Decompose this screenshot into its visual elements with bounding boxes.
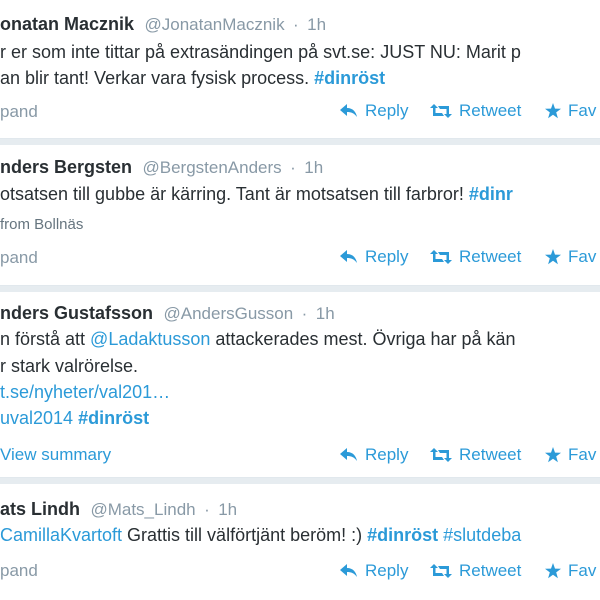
author-handle[interactable]: @Mats_Lindh <box>90 500 195 519</box>
tweet-text-line: CamillaKvartoft Grattis till välförtjänt… <box>0 525 521 546</box>
tweet-header: nders Gustafsson @AndersGusson · 1h <box>0 303 335 324</box>
retweet-arrows-icon <box>430 250 452 264</box>
tweet-header: nders Bergsten @BergstenAnders · 1h <box>0 157 323 178</box>
star-icon <box>545 563 561 579</box>
url-link[interactable]: t.se/nyheter/val201… <box>0 382 170 403</box>
favorite-button[interactable]: Fav <box>545 445 596 465</box>
author-handle[interactable]: @BergstenAnders <box>143 158 282 177</box>
retweet-label: Retweet <box>459 247 522 266</box>
tweet-2: nders Bergsten @BergstenAnders · 1h otsa… <box>0 145 600 286</box>
hashtag-link[interactable]: #dinröst <box>78 408 149 428</box>
favorite-label: Fav <box>568 445 597 464</box>
reply-arrow-icon <box>340 104 357 117</box>
retweet-label: Retweet <box>459 561 522 580</box>
author-name[interactable]: nders Bergsten <box>0 157 132 177</box>
author-name[interactable]: nders Gustafsson <box>0 303 153 323</box>
view-summary-link[interactable]: View summary <box>0 445 111 465</box>
favorite-button[interactable]: Fav <box>545 561 596 581</box>
timestamp[interactable]: 1h <box>218 500 237 519</box>
reply-button[interactable]: Reply <box>340 101 408 121</box>
tweet-text: attackerades mest. Övriga har på kän <box>210 329 516 349</box>
favorite-label: Fav <box>568 247 597 266</box>
favorite-button[interactable]: Fav <box>545 101 596 121</box>
tweet-text-line: otsatsen till gubbe är kärring. Tant är … <box>0 184 513 205</box>
star-icon <box>545 103 561 119</box>
timestamp[interactable]: 1h <box>307 15 326 34</box>
tweet-text-line: an blir tant! Verkar vara fysisk process… <box>0 68 385 89</box>
mention-link[interactable]: CamillaKvartoft <box>0 525 122 545</box>
reply-label: Reply <box>365 101 409 120</box>
tweet-header: ats Lindh @Mats_Lindh · 1h <box>0 499 237 520</box>
retweet-button[interactable]: Retweet <box>430 445 521 465</box>
reply-button[interactable]: Reply <box>340 561 408 581</box>
tweet-1: onatan Macznik @JonatanMacznik · 1h r er… <box>0 0 600 139</box>
hashtag-link[interactable]: #dinröst <box>314 68 385 88</box>
reply-arrow-icon <box>340 250 357 263</box>
reply-button[interactable]: Reply <box>340 247 408 267</box>
separator: · <box>301 304 308 323</box>
tweet-3: nders Gustafsson @AndersGusson · 1h n fö… <box>0 292 600 478</box>
reply-button[interactable]: Reply <box>340 445 408 465</box>
favorite-label: Fav <box>568 561 597 580</box>
separator: · <box>293 15 299 34</box>
reply-label: Reply <box>365 247 409 266</box>
retweet-arrows-icon <box>430 104 452 118</box>
tweet-text-line: uval2014 #dinröst <box>0 408 149 429</box>
retweet-arrows-icon <box>430 564 452 578</box>
tweet-4: ats Lindh @Mats_Lindh · 1h CamillaKvarto… <box>0 484 600 600</box>
star-icon <box>545 249 561 265</box>
reply-label: Reply <box>365 561 409 580</box>
mention-link[interactable]: @Ladaktusson <box>90 329 210 349</box>
tweet-text-line: r stark valrörelse. <box>0 356 139 376</box>
hashtag-link[interactable]: #dinr <box>469 184 513 204</box>
separator: · <box>290 158 296 177</box>
tweet-text: otsatsen till gubbe är kärring. Tant är … <box>0 184 469 204</box>
timestamp[interactable]: 1h <box>316 304 335 323</box>
reply-arrow-icon <box>340 448 357 461</box>
reply-arrow-icon <box>340 564 357 577</box>
tweet-header: onatan Macznik @JonatanMacznik · 1h <box>0 14 326 35</box>
tweet-text-line: r er som inte tittar på extrasändingen p… <box>0 42 521 62</box>
timestamp[interactable]: 1h <box>304 158 323 177</box>
favorite-label: Fav <box>568 101 597 120</box>
expand-link[interactable]: pand <box>0 561 38 581</box>
separator: · <box>204 500 210 519</box>
tweet-text: an blir tant! Verkar vara fysisk process… <box>0 68 315 88</box>
star-icon <box>545 447 561 463</box>
tweet-text-line: n förstå att @Ladaktusson attackerades m… <box>0 329 516 350</box>
tweet-location[interactable]: from Bollnäs <box>0 216 83 233</box>
expand-link[interactable]: pand <box>0 102 38 122</box>
hashtag-link[interactable]: #dinröst <box>367 525 438 545</box>
retweet-button[interactable]: Retweet <box>430 561 521 581</box>
hashtag-link[interactable]: uval2014 <box>0 408 73 428</box>
tweet-text: Grattis till välförtjänt beröm! :) <box>122 525 368 545</box>
author-name[interactable]: ats Lindh <box>0 499 80 519</box>
retweet-label: Retweet <box>459 101 522 120</box>
author-handle[interactable]: @JonatanMacznik <box>144 15 284 34</box>
author-name[interactable]: onatan Macznik <box>0 14 134 34</box>
expand-link[interactable]: pand <box>0 248 38 268</box>
tweet-text: n förstå att <box>0 329 91 349</box>
retweet-button[interactable]: Retweet <box>430 247 521 267</box>
retweet-button[interactable]: Retweet <box>430 101 521 121</box>
retweet-label: Retweet <box>459 445 522 464</box>
reply-label: Reply <box>365 445 409 464</box>
retweet-arrows-icon <box>430 448 452 462</box>
hashtag-link[interactable]: #slutdeba <box>443 525 521 545</box>
favorite-button[interactable]: Fav <box>545 247 596 267</box>
author-handle[interactable]: @AndersGusson <box>164 304 294 323</box>
